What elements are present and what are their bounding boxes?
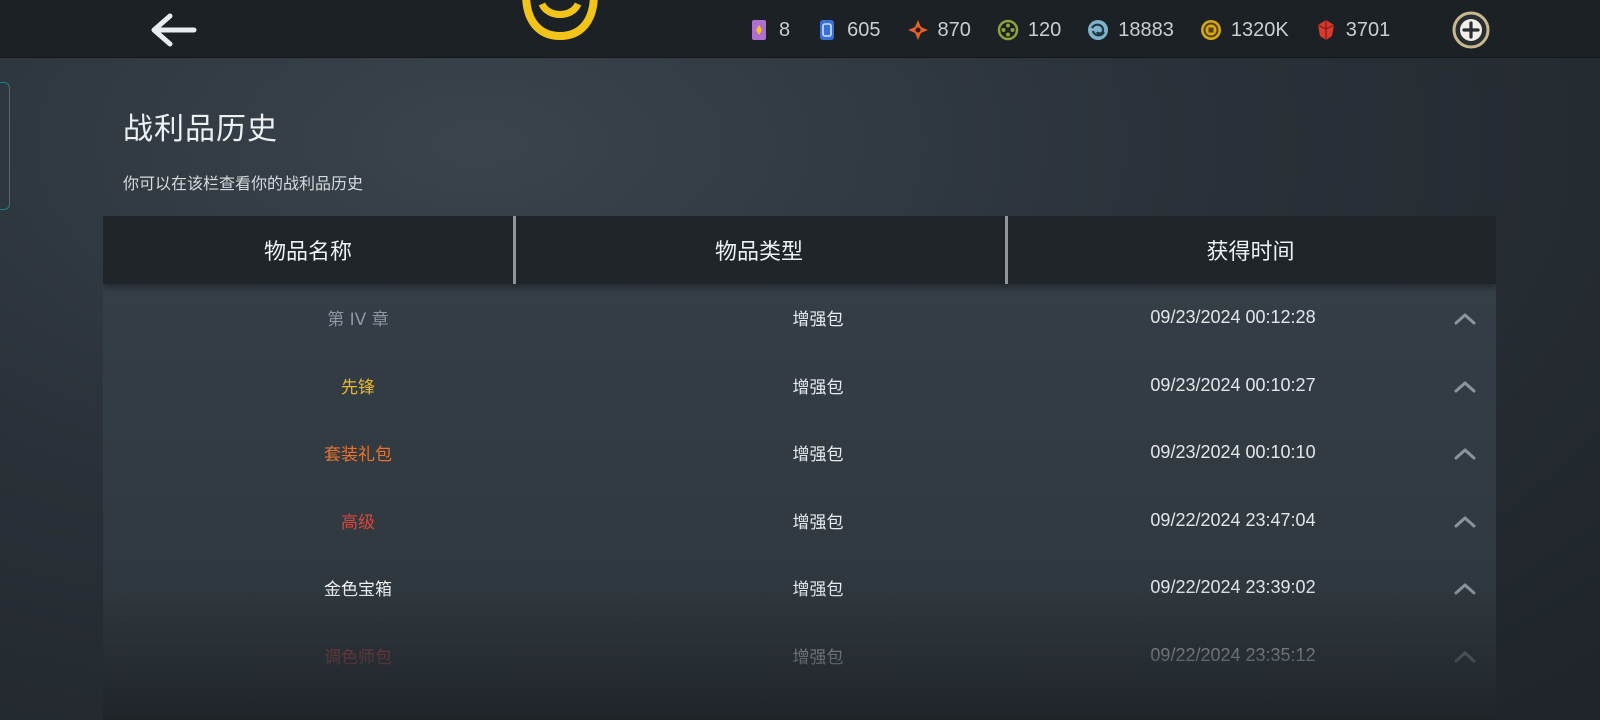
currency-value: 870: [937, 18, 971, 41]
chevron-up-icon[interactable]: [1451, 576, 1479, 600]
swirl-orb-icon: [1087, 19, 1109, 41]
currency-token[interactable]: 120: [997, 19, 1061, 42]
currency-value: 18883: [1118, 18, 1174, 41]
currency-shard[interactable]: 870: [907, 19, 971, 42]
item-name: 套装礼包: [324, 445, 392, 466]
diamond-star-icon: [907, 19, 929, 41]
item-name: 金色宝箱: [324, 580, 392, 601]
table-header: 物品名称 物品类型 获得时间: [103, 216, 1496, 284]
chevron-up-icon[interactable]: [1451, 441, 1479, 465]
item-name: 先锋: [341, 377, 375, 398]
top-bar: 8 605 870 120 18883 1320K 3701: [0, 0, 1600, 58]
currency-value: 120: [1027, 18, 1062, 41]
item-name: 调色师包: [324, 647, 392, 668]
plus-circle-icon: [1452, 11, 1490, 49]
obtained-time: 09/22/2024 23:35:12: [1150, 644, 1316, 665]
loot-history-table: 物品名称 物品类型 获得时间 第 IV 章 增强包 09/23/2024 00:…: [103, 216, 1496, 720]
page-title: 战利品历史: [123, 112, 278, 147]
page-subtitle: 你可以在该栏查看你的战利品历史: [123, 174, 364, 193]
token-icon: [997, 19, 1019, 41]
currency-value: 8: [779, 18, 791, 41]
obtained-time: 09/22/2024 23:39:02: [1150, 577, 1316, 598]
currency-ticket[interactable]: 8: [748, 19, 790, 42]
item-name: 高级: [341, 512, 375, 533]
chevron-up-icon[interactable]: [1451, 306, 1479, 330]
obtained-time: 09/23/2024 00:10:10: [1150, 442, 1316, 463]
item-type: 增强包: [792, 580, 844, 601]
table-row[interactable]: 套装礼包 增强包 09/23/2024 00:10:10: [103, 419, 1496, 487]
obtained-time: 09/23/2024 00:10:27: [1150, 374, 1316, 395]
back-arrow-icon: [151, 13, 197, 47]
chevron-up-icon[interactable]: [1451, 644, 1479, 668]
game-logo: [522, 0, 598, 40]
card-icon: [816, 19, 838, 41]
currency-gem[interactable]: 3701: [1315, 18, 1391, 42]
table-body: 第 IV 章 增强包 09/23/2024 00:12:28 先锋 增强包 09…: [103, 284, 1496, 689]
item-type: 增强包: [792, 377, 844, 398]
table-row[interactable]: 高级 增强包 09/22/2024 23:47:04: [103, 487, 1496, 555]
chevron-up-icon[interactable]: [1451, 374, 1479, 398]
column-header-item-name: 物品名称: [263, 240, 352, 265]
currency-bar: 8 605 870 120 18883 1320K 3701: [748, 12, 1416, 48]
table-row[interactable]: 调色师包 增强包 09/22/2024 23:35:12: [103, 622, 1496, 690]
item-type: 增强包: [792, 647, 844, 668]
column-header-obtained-time: 获得时间: [1206, 240, 1295, 265]
chevron-up-icon[interactable]: [1451, 509, 1479, 533]
table-row[interactable]: 金色宝箱 增强包 09/22/2024 23:39:02: [103, 554, 1496, 622]
side-panel-tab[interactable]: [0, 82, 10, 210]
item-type: 增强包: [792, 512, 844, 533]
currency-value: 605: [847, 18, 881, 41]
table-row[interactable]: 第 IV 章 增强包 09/23/2024 00:12:28: [103, 284, 1496, 352]
currency-gold[interactable]: 1320K: [1200, 19, 1289, 42]
currency-orb[interactable]: 18883: [1087, 19, 1174, 42]
currency-value: 1320K: [1230, 18, 1289, 41]
add-currency-button[interactable]: [1452, 11, 1490, 49]
table-row[interactable]: 先锋 增强包 09/23/2024 00:10:27: [103, 352, 1496, 420]
currency-card[interactable]: 605: [816, 18, 881, 42]
gold-coin-icon: [1200, 19, 1222, 41]
item-type: 增强包: [792, 445, 844, 466]
obtained-time: 09/22/2024 23:47:04: [1150, 509, 1316, 530]
column-header-item-type: 物品类型: [714, 240, 803, 265]
red-gem-icon: [1315, 19, 1337, 41]
back-button[interactable]: [148, 10, 200, 50]
item-name: 第 IV 章: [327, 310, 389, 331]
currency-value: 3701: [1345, 18, 1391, 41]
obtained-time: 09/23/2024 00:12:28: [1150, 307, 1316, 328]
ticket-icon: [748, 19, 770, 41]
item-type: 增强包: [792, 310, 844, 331]
